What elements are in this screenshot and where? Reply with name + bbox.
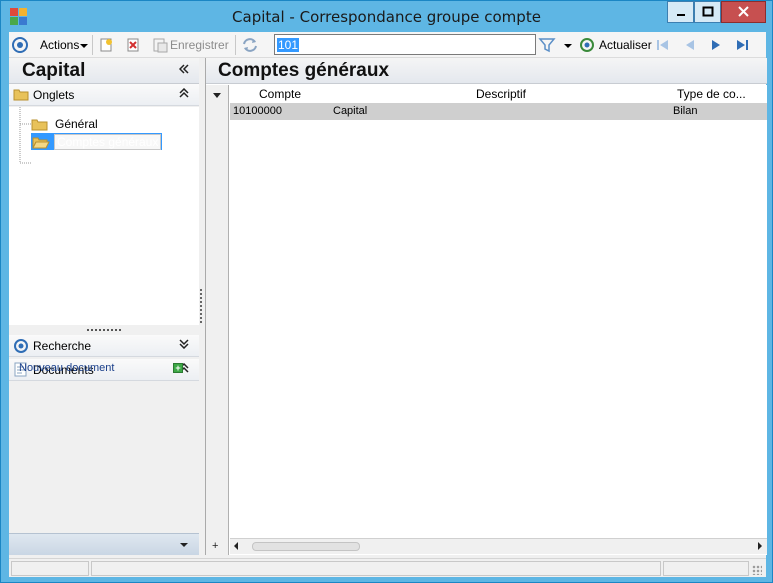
maximize-icon	[702, 6, 714, 17]
folder-icon	[13, 89, 29, 101]
double-chevron-left-icon	[178, 64, 189, 74]
double-chevron-up-icon	[179, 87, 189, 98]
delete-button[interactable]	[125, 35, 141, 55]
splitter-grip-vertical[interactable]	[200, 289, 202, 325]
save-label: Enregistrer	[170, 38, 229, 52]
collapse-section-button[interactable]	[179, 87, 189, 100]
first-page-button[interactable]	[655, 35, 671, 55]
filter-button[interactable]	[538, 35, 556, 55]
onglets-section-label: Onglets	[33, 88, 75, 102]
close-icon	[738, 6, 749, 17]
new-document-link[interactable]: Nouveau document	[19, 362, 114, 374]
cell-descriptif: Capital	[333, 105, 368, 117]
resize-grip[interactable]	[752, 565, 762, 575]
left-panel-header: Capital	[9, 58, 199, 84]
recherche-section-header[interactable]: Recherche	[9, 335, 199, 357]
new-record-button[interactable]	[98, 35, 114, 55]
main-panel-header: Comptes généraux	[206, 58, 767, 84]
actions-menu[interactable]: Actions	[40, 35, 89, 55]
new-record-icon	[100, 38, 112, 52]
open-folder-icon	[32, 137, 50, 148]
main-panel-title: Comptes généraux	[218, 60, 390, 81]
chevron-down-icon[interactable]	[179, 541, 189, 549]
status-bar	[9, 558, 766, 577]
delete-icon	[127, 38, 139, 52]
search-field[interactable]: 101	[274, 34, 536, 55]
status-cell	[91, 561, 661, 576]
scroll-thumb[interactable]	[252, 542, 360, 551]
column-header-type[interactable]: Type de co...	[677, 87, 746, 104]
tree-item-label: Comptes généraux	[54, 133, 162, 150]
sync-button[interactable]	[241, 35, 259, 55]
cell-type: Bilan	[673, 105, 698, 117]
recherche-section-label: Recherche	[33, 339, 92, 353]
tree-item-comptes-generaux[interactable]: Comptes généraux	[31, 133, 163, 150]
scroll-right-icon[interactable]	[756, 541, 764, 551]
refresh-sync-icon	[243, 38, 257, 52]
window-title: Capital - Correspondance groupe compte	[232, 8, 541, 26]
chevron-down-icon	[564, 44, 572, 48]
prev-page-button[interactable]	[682, 35, 698, 55]
chevron-down-icon	[213, 93, 221, 98]
scroll-left-icon[interactable]	[232, 541, 240, 551]
left-panel-title: Capital	[22, 60, 86, 81]
splitter-grip-horizontal[interactable]	[87, 328, 123, 332]
main-panel: Comptes généraux Compte Descriptif Type …	[205, 58, 767, 555]
toolbar: Actions Enregistrer 101 Actualiser	[9, 32, 766, 58]
prev-page-icon	[686, 40, 694, 50]
add-icon[interactable]: +	[173, 363, 183, 373]
status-cell	[663, 561, 749, 576]
table-row[interactable]: 10100000 Capital Bilan	[230, 103, 767, 120]
column-header-compte[interactable]: Compte	[259, 87, 301, 104]
next-page-icon	[712, 40, 720, 50]
filter-dropdown-button[interactable]	[563, 35, 573, 55]
onglets-section-header[interactable]: Onglets	[9, 84, 199, 106]
last-page-icon	[737, 40, 748, 50]
search-input-value[interactable]: 101	[277, 38, 300, 52]
actions-label: Actions	[40, 38, 80, 52]
chevron-down-icon	[80, 44, 89, 48]
tree-item-label: Général	[55, 116, 98, 131]
row-selector-column	[206, 85, 229, 555]
horizontal-scrollbar[interactable]	[230, 538, 767, 554]
search-circle-icon	[14, 339, 28, 353]
add-row-button[interactable]: +	[212, 540, 218, 552]
minimize-icon	[677, 14, 685, 16]
last-page-button[interactable]	[734, 35, 750, 55]
back-circle-icon	[12, 37, 28, 53]
maximize-button[interactable]	[694, 1, 721, 23]
save-icon	[153, 38, 168, 53]
first-page-icon	[657, 40, 668, 50]
back-button[interactable]	[11, 35, 29, 55]
save-button[interactable]: Enregistrer	[152, 35, 229, 55]
filter-icon	[538, 38, 556, 53]
drag-handle-icon	[87, 329, 121, 331]
minimize-button[interactable]	[667, 1, 694, 23]
double-chevron-down-icon	[179, 339, 189, 350]
refresh-label: Actualiser	[599, 38, 652, 52]
left-panel: Capital Onglets Général Comptes généraux…	[9, 58, 199, 555]
application-window: Capital - Correspondance groupe compte A…	[0, 0, 773, 583]
next-page-button[interactable]	[708, 35, 724, 55]
refresh-button[interactable]: Actualiser	[578, 35, 652, 55]
column-chooser-button[interactable]	[213, 92, 221, 101]
tabs-tree: Général Comptes généraux	[9, 107, 199, 325]
cell-compte: 10100000	[233, 105, 282, 117]
tree-item-general[interactable]: Général	[31, 115, 100, 132]
left-panel-footer	[9, 533, 199, 555]
accounts-grid: Compte Descriptif Type de co... 10100000…	[206, 85, 767, 555]
expand-section-button[interactable]	[179, 339, 189, 351]
title-bar: Capital - Correspondance groupe compte	[1, 1, 772, 32]
reload-icon	[580, 38, 594, 52]
toolbar-separator	[235, 35, 236, 55]
status-cell	[11, 561, 89, 576]
client-area: Actions Enregistrer 101 Actualiser Capit…	[9, 32, 767, 577]
toolbar-separator	[92, 35, 93, 55]
column-header-descriptif[interactable]: Descriptif	[476, 87, 526, 104]
folder-icon	[31, 119, 48, 130]
collapse-panel-button[interactable]	[178, 64, 189, 76]
close-button[interactable]	[721, 1, 766, 23]
